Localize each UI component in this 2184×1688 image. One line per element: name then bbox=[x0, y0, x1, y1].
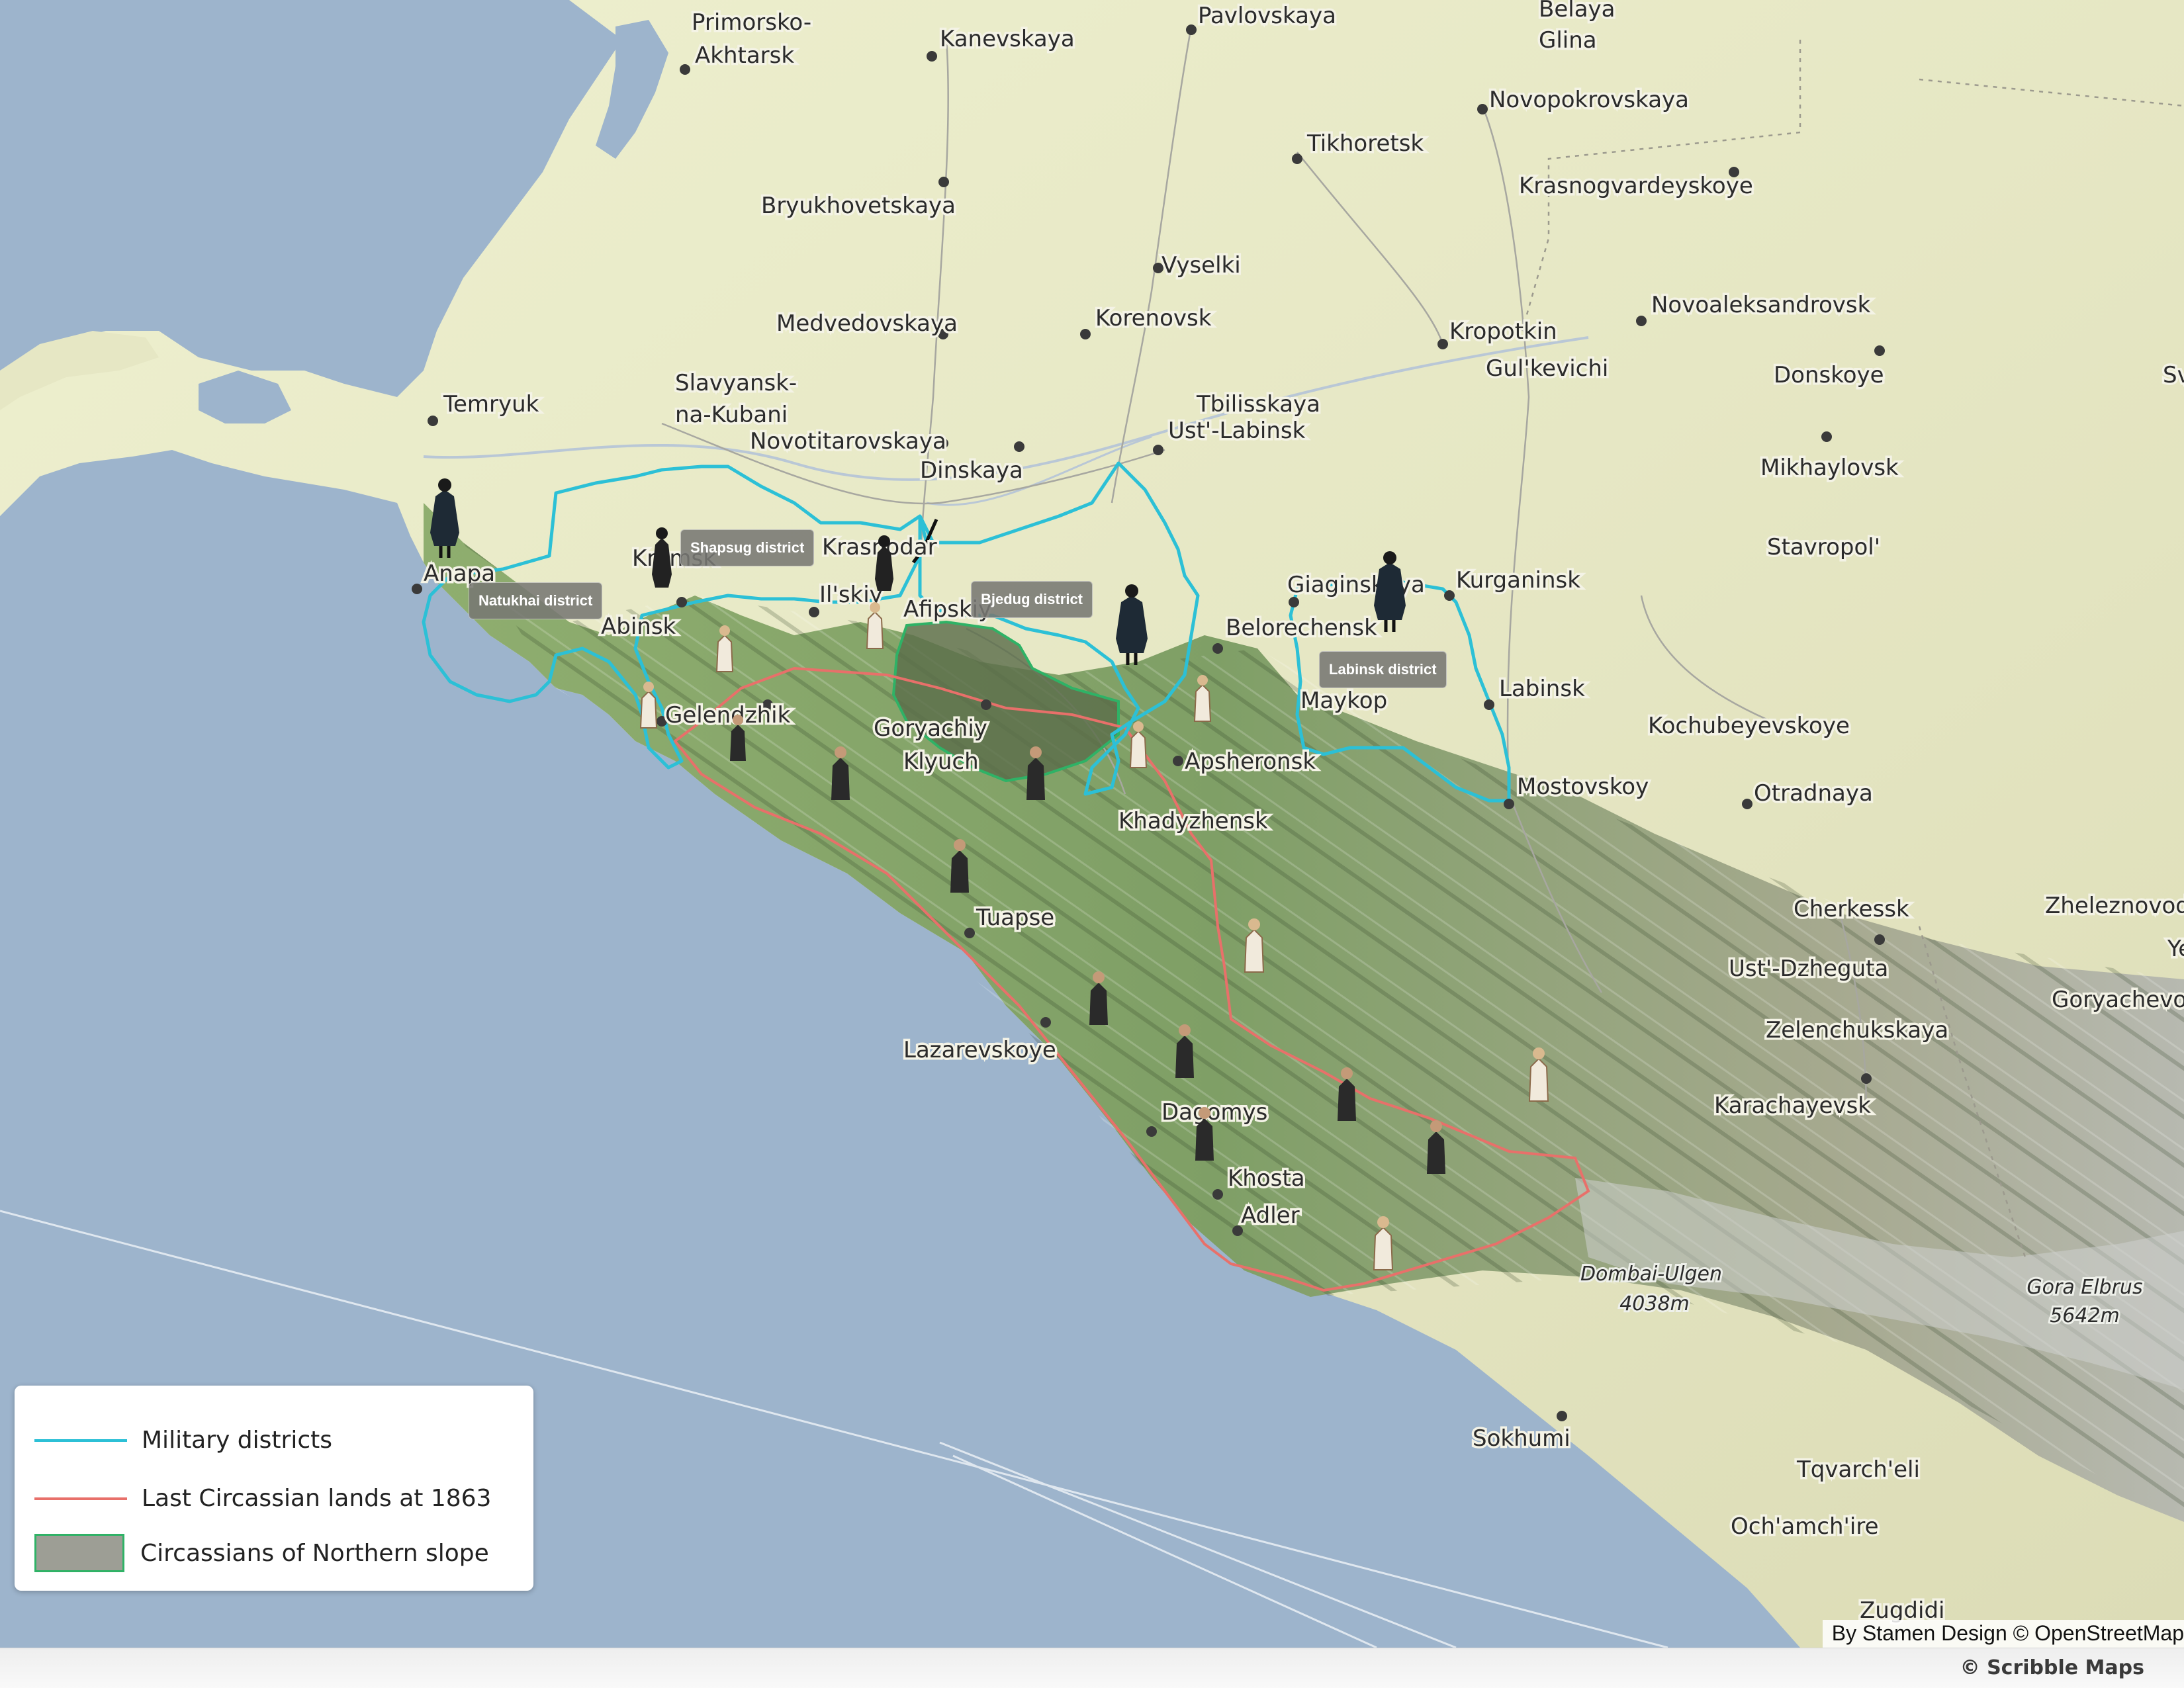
city-label: Tqvarch'eli bbox=[1796, 1456, 1920, 1483]
city-label: Kochubeyevskoye bbox=[1648, 713, 1850, 739]
city-label: Belorechensk bbox=[1226, 615, 1377, 641]
city-label: Novoaleksandrovsk bbox=[1651, 292, 1871, 318]
city-label: Giaginskaya bbox=[1287, 572, 1425, 598]
city-label: Khadyzhensk bbox=[1118, 808, 1268, 834]
city-label: Dagomys bbox=[1161, 1099, 1267, 1126]
city-label: Vyselki bbox=[1161, 252, 1241, 279]
peak-name: Gora Elbrus bbox=[2026, 1276, 2142, 1299]
city-label: Ye bbox=[2167, 936, 2184, 962]
city-label: Novotitarovskaya bbox=[750, 428, 946, 455]
city-label: Glina bbox=[1539, 27, 1597, 54]
city-label: Mikhaylovsk bbox=[1760, 455, 1899, 481]
footer-bar: © Scribble Maps bbox=[0, 1648, 2184, 1688]
city-label: Pavlovskaya bbox=[1198, 3, 1336, 29]
city-label: Mostovskoy bbox=[1517, 774, 1649, 800]
city-label: Apsheronsk bbox=[1185, 748, 1316, 775]
city-label: Novopokrovskaya bbox=[1489, 87, 1689, 113]
city-label: Och'amch'ire bbox=[1731, 1513, 1879, 1540]
bjedug-district-label[interactable]: Bjedug district bbox=[971, 581, 1093, 618]
city-label: Labinsk bbox=[1499, 676, 1585, 702]
legend-item-northern-slope: Circassians of Northern slope bbox=[34, 1534, 489, 1572]
city-label: Ust'-Labinsk bbox=[1168, 418, 1306, 444]
city-label: Tbilisskaya bbox=[1196, 391, 1320, 418]
city-label: Primorsko- bbox=[692, 9, 811, 36]
city-label: Medvedovskaya bbox=[776, 310, 958, 337]
shapsug-district-label[interactable]: Shapsug district bbox=[680, 529, 815, 566]
labinsk-district-label[interactable]: Labinsk district bbox=[1319, 651, 1447, 688]
city-label: Zheleznovods bbox=[2045, 893, 2184, 919]
natukhai-district-label[interactable]: Natukhai district bbox=[469, 582, 603, 619]
city-label: Tikhoretsk bbox=[1306, 130, 1424, 157]
city-label: Sokhumi bbox=[1473, 1425, 1570, 1452]
map-attribution[interactable]: By Stamen Design © OpenStreetMap bbox=[1822, 1620, 2184, 1648]
city-label: Temryuk bbox=[443, 391, 539, 418]
legend-label: Military districts bbox=[142, 1427, 332, 1454]
city-label: Krasnogvardeyskoye bbox=[1519, 173, 1753, 199]
city-label: Lazarevskoye bbox=[903, 1037, 1056, 1063]
city-label: Kanevskaya bbox=[940, 26, 1075, 52]
city-label: Cherkessk bbox=[1794, 896, 1909, 922]
city-label: Donskoye bbox=[1774, 362, 1884, 388]
city-label: Gelendzhik bbox=[665, 702, 791, 729]
legend-area-swatch bbox=[34, 1534, 124, 1572]
city-label: Goryachiy bbox=[874, 715, 987, 742]
scribble-maps-brand[interactable]: © Scribble Maps bbox=[1960, 1656, 2144, 1679]
city-label: Slavyansk- bbox=[675, 370, 797, 396]
city-label: Maykop bbox=[1300, 688, 1387, 714]
city-label: Ust'-Dzheguta bbox=[1729, 955, 1888, 982]
city-label: Goryachevod bbox=[2052, 987, 2184, 1013]
city-label: Tuapse bbox=[976, 905, 1054, 931]
legend-item-last-circassian-lands: Last Circassian lands at 1863 bbox=[34, 1485, 491, 1512]
legend-line-swatch bbox=[34, 1439, 127, 1442]
city-label: Adler bbox=[1241, 1202, 1300, 1229]
city-label: Zelenchukskaya bbox=[1766, 1017, 1948, 1044]
city-label: Akhtarsk bbox=[695, 42, 794, 69]
city-label: Bryukhovetskaya bbox=[761, 193, 956, 219]
city-label: Dinskaya bbox=[920, 457, 1023, 484]
legend-item-military-districts: Military districts bbox=[34, 1427, 332, 1454]
peak-elevation: 5642m bbox=[2050, 1304, 2120, 1327]
peak-elevation: 4038m bbox=[1619, 1292, 1690, 1315]
legend-label: Circassians of Northern slope bbox=[140, 1539, 489, 1567]
city-label: Abinsk bbox=[601, 613, 676, 640]
legend: Military districts Last Circassian lands… bbox=[15, 1386, 533, 1591]
peak-name: Dombai-Ulgen bbox=[1580, 1263, 1722, 1286]
city-label: Stavropol' bbox=[1767, 534, 1880, 560]
city-label: Sv bbox=[2163, 362, 2184, 388]
legend-line-swatch bbox=[34, 1497, 127, 1500]
city-label: Karachayevsk bbox=[1714, 1092, 1871, 1119]
city-label: Otradnaya bbox=[1754, 780, 1873, 807]
legend-label: Last Circassian lands at 1863 bbox=[142, 1485, 492, 1512]
city-label: Kurganinsk bbox=[1456, 567, 1580, 594]
city-label: Gul'kevichi bbox=[1486, 355, 1608, 382]
city-label: Korenovsk bbox=[1095, 305, 1212, 332]
city-label: Kropotkin bbox=[1449, 318, 1557, 345]
city-label: Belaya bbox=[1539, 0, 1615, 22]
city-label: Klyuch bbox=[903, 748, 979, 775]
city-label: Khosta bbox=[1228, 1165, 1305, 1192]
city-label: na-Kubani bbox=[675, 402, 788, 428]
